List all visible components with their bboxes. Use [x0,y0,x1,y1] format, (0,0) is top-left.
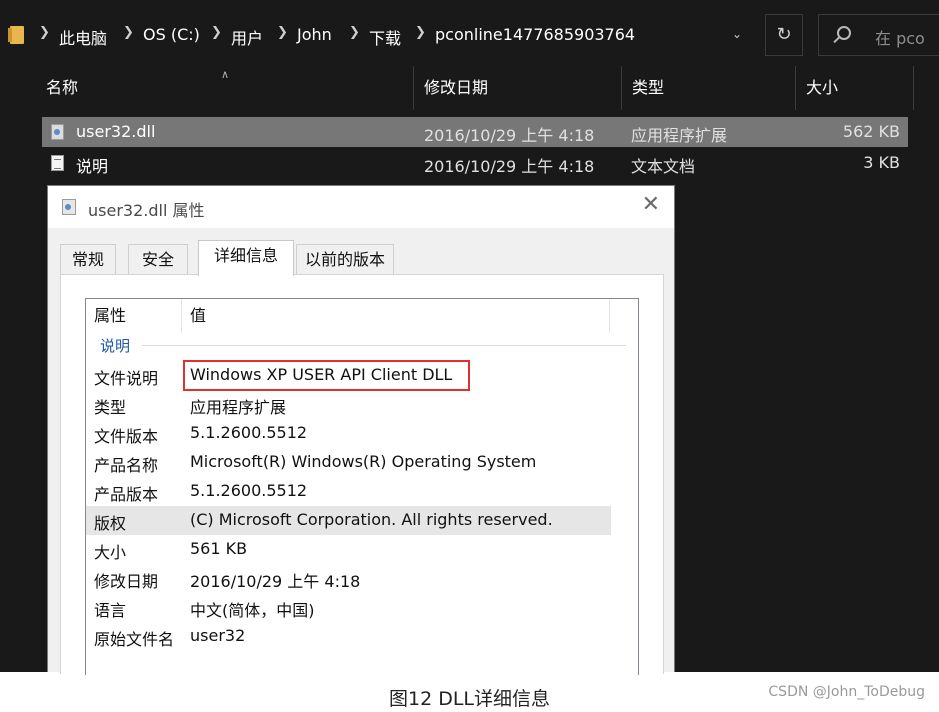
file-name: 说明 [76,157,109,176]
column-header-type[interactable]: 类型 [622,66,796,110]
file-date: 2016/10/29 上午 4:18 [424,126,595,145]
search-box[interactable]: 在 pco [818,14,939,56]
file-type: 应用程序扩展 [631,126,728,145]
sort-ascending-icon: ∧ [221,68,230,81]
property-value: 5.1.2600.5512 [190,423,308,442]
property-row[interactable]: 原始文件名 user32 [86,622,611,651]
property-value: Microsoft(R) Windows(R) Operating System [190,452,537,471]
property-value: (C) Microsoft Corporation. All rights re… [190,510,553,529]
property-value: Windows XP USER API Client DLL [190,365,453,384]
file-row-readme[interactable]: 说明 2016/10/29 上午 4:18 文本文档 3 KB [42,148,908,178]
property-key: 大小 [94,543,127,562]
property-list[interactable]: 属性 值 说明 文件说明 Windows XP USER API Client … [85,298,639,675]
breadcrumb-john[interactable]: John [297,25,332,44]
chevron-right-icon[interactable]: ❯ [39,25,50,40]
properties-dialog: user32.dll 属性 ✕ 常规 安全 详细信息 以前的版本 属性 值 说明… [47,185,675,675]
details-tab-panel: 属性 值 说明 文件说明 Windows XP USER API Client … [60,274,664,675]
dll-file-icon [51,124,64,140]
search-placeholder: 在 pco [875,29,925,48]
property-value: 应用程序扩展 [190,398,287,417]
file-size: 3 KB [863,153,900,172]
property-row-highlighted[interactable]: 版权 (C) Microsoft Corporation. All rights… [86,506,611,535]
breadcrumb-folder[interactable]: pconline1477685903764 [435,25,635,44]
search-icon [837,26,851,40]
dialog-title-bar[interactable]: user32.dll 属性 ✕ [48,186,674,228]
property-list-header: 属性 值 [86,299,638,333]
tab-security[interactable]: 安全 [128,244,188,275]
address-bar[interactable]: ❯ 此电脑 ❯ OS (C:) ❯ 用户 ❯ John ❯ 下载 ❯ pconl… [34,14,764,56]
column-header-size[interactable]: 大小 [796,66,914,110]
chevron-right-icon[interactable]: ❯ [123,25,134,40]
property-key: 产品名称 [94,456,159,475]
tab-previous-versions[interactable]: 以前的版本 [296,244,394,275]
dialog-title: user32.dll 属性 [88,201,205,220]
column-header-value[interactable]: 值 [182,299,610,333]
chevron-right-icon[interactable]: ❯ [415,25,426,40]
file-name: user32.dll [76,122,156,141]
property-row[interactable]: 修改日期 2016/10/29 上午 4:18 [86,564,611,593]
property-key: 修改日期 [94,572,159,591]
breadcrumb-this-pc[interactable]: 此电脑 [59,25,107,49]
property-key: 语言 [94,601,127,620]
property-row[interactable]: 产品名称 Microsoft(R) Windows(R) Operating S… [86,448,611,477]
property-value: 2016/10/29 上午 4:18 [190,572,361,591]
property-key: 原始文件名 [94,630,175,649]
property-value: user32 [190,626,246,645]
chevron-right-icon[interactable]: ❯ [211,25,222,40]
close-icon[interactable]: ✕ [642,192,660,217]
dll-file-icon [62,199,76,215]
watermark: CSDN @John_ToDebug [768,684,925,700]
column-header-row: 名称 ∧ 修改日期 类型 大小 [0,66,939,110]
property-key: 文件说明 [94,369,159,388]
group-label: 说明 [100,337,131,355]
file-date: 2016/10/29 上午 4:18 [424,157,595,176]
chevron-right-icon[interactable]: ❯ [349,25,360,40]
tab-general[interactable]: 常规 [60,244,116,275]
folder-icon [8,26,24,44]
property-row[interactable]: 类型 应用程序扩展 [86,390,611,419]
tab-details[interactable]: 详细信息 [198,240,294,276]
file-row-user32[interactable]: user32.dll 2016/10/29 上午 4:18 应用程序扩展 562… [42,117,908,147]
property-row[interactable]: 大小 561 KB [86,535,611,564]
column-header-date[interactable]: 修改日期 [414,66,622,110]
property-value: 561 KB [190,539,248,558]
column-header-property[interactable]: 属性 [86,299,182,333]
file-type: 文本文档 [631,157,696,176]
property-key: 版权 [94,514,127,533]
property-row[interactable]: 文件版本 5.1.2600.5512 [86,419,611,448]
property-value: 中文(简体，中国) [190,601,315,620]
chevron-right-icon[interactable]: ❯ [277,25,288,40]
breadcrumb-downloads[interactable]: 下载 [369,25,401,49]
property-row[interactable]: 产品版本 5.1.2600.5512 [86,477,611,506]
text-file-icon [51,155,64,171]
property-row[interactable]: 语言 中文(简体，中国) [86,593,611,622]
property-key: 类型 [94,398,127,417]
breadcrumb-users[interactable]: 用户 [231,25,263,49]
refresh-icon[interactable]: ↻ [765,14,803,56]
property-key: 产品版本 [94,485,159,504]
group-divider [142,345,626,346]
property-row[interactable]: 文件说明 Windows XP USER API Client DLL [86,361,611,390]
property-value: 5.1.2600.5512 [190,481,308,500]
property-key: 文件版本 [94,427,159,446]
address-bar-area: ❯ 此电脑 ❯ OS (C:) ❯ 用户 ❯ John ❯ 下载 ❯ pconl… [0,0,939,64]
chevron-down-icon[interactable]: ⌄ [722,22,752,46]
breadcrumb-os-drive[interactable]: OS (C:) [143,25,200,44]
file-size: 562 KB [842,122,900,141]
